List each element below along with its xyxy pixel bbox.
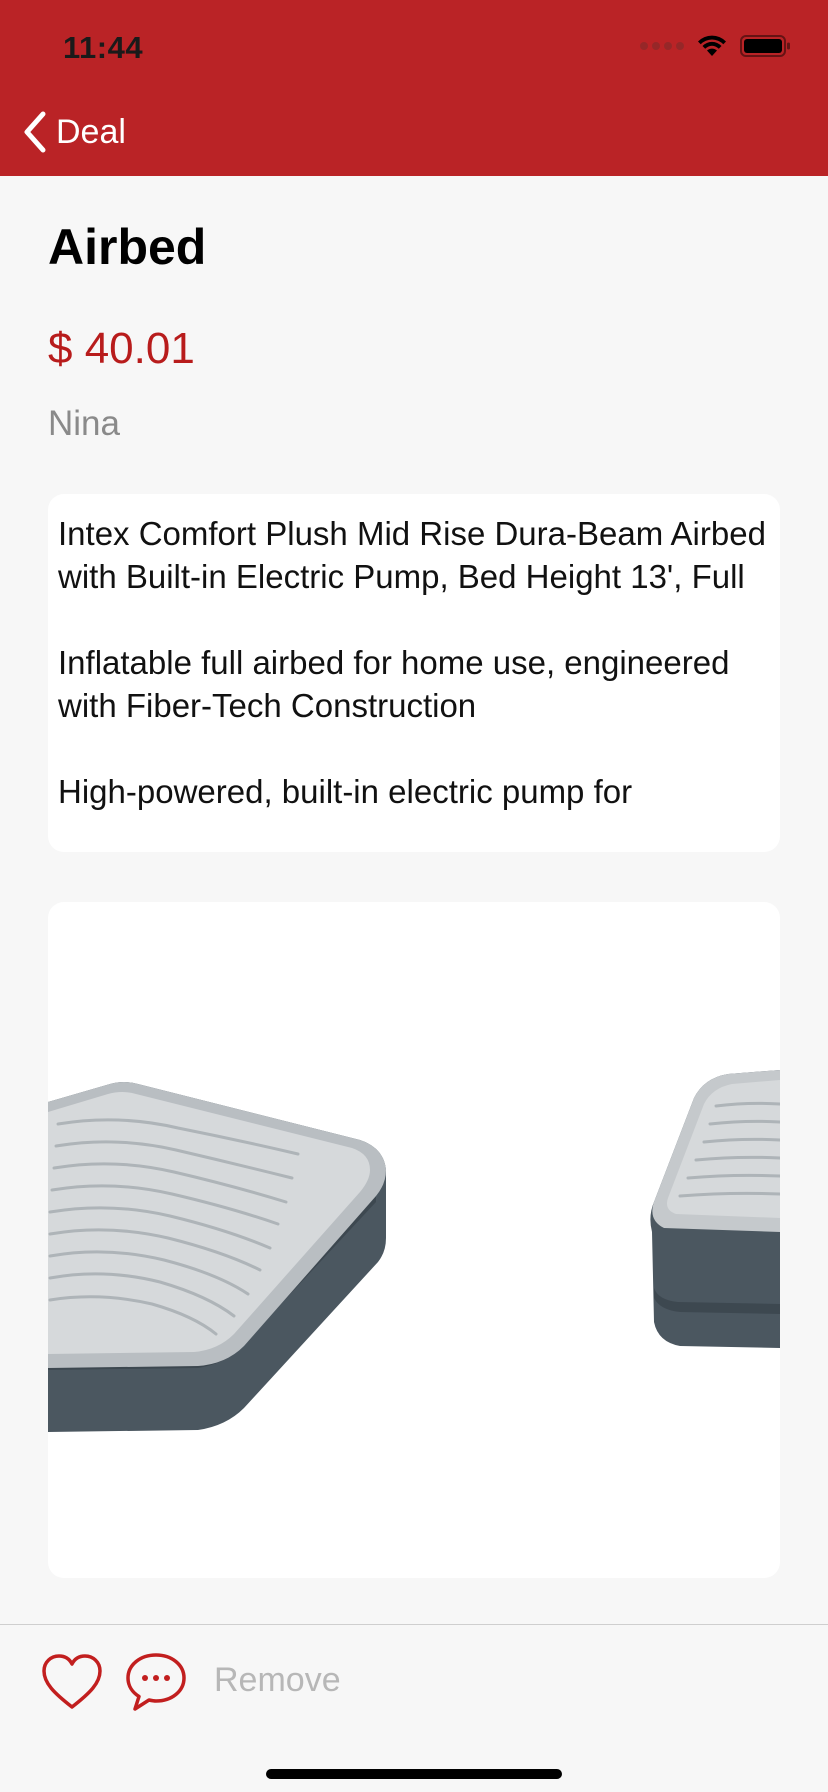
wifi-icon (698, 35, 726, 56)
remove-button[interactable]: Remove (214, 1661, 341, 1700)
description-text: Intex Comfort Plush Mid Rise Dura-Beam A… (58, 515, 766, 810)
back-button[interactable]: Deal (22, 106, 126, 158)
product-image-carousel[interactable] (48, 902, 780, 1578)
speech-bubble-icon (126, 1653, 186, 1711)
battery-icon (740, 35, 790, 57)
bottom-action-bar: Remove (0, 1624, 828, 1792)
chevron-left-icon (24, 111, 46, 153)
product-image (48, 1070, 780, 1432)
back-button-label: Deal (56, 112, 126, 151)
like-button[interactable] (40, 1653, 104, 1713)
header-bar: 11:44 Deal (0, 0, 828, 176)
deal-title: Airbed (48, 219, 207, 275)
status-time: 11:44 (63, 30, 144, 65)
cellular-signal-icon (640, 42, 684, 50)
description-box[interactable]: Intex Comfort Plush Mid Rise Dura-Beam A… (48, 494, 780, 852)
home-indicator[interactable] (266, 1769, 562, 1779)
comment-button[interactable] (124, 1651, 188, 1713)
deal-detail-screen: 11:44 Deal Airbed $ 40.01 Nina Intex Com… (0, 0, 828, 1792)
status-icons (640, 34, 792, 58)
deal-price: $ 40.01 (48, 324, 195, 373)
heart-icon (42, 1654, 102, 1709)
seller-name: Nina (48, 404, 120, 443)
